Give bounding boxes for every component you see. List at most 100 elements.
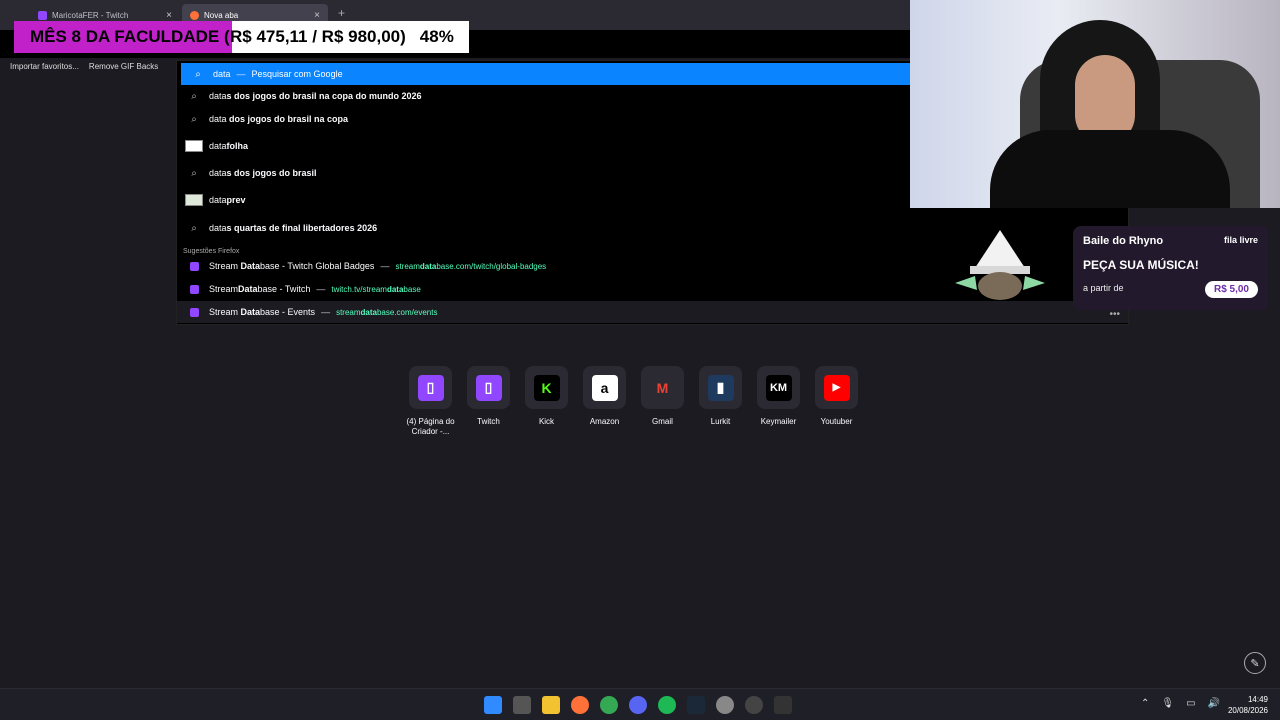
shortcut-creator-page[interactable]: ▯ (4) Página do Criador -... [406,366,455,437]
windows-taskbar: ⌃ 🎙 ▭ 🔊 14:49 20/08/2026 [0,688,1280,720]
suggestion-prefix: data [209,223,227,233]
obs-icon[interactable] [716,696,734,714]
firefox-icon[interactable] [571,696,589,714]
close-tab-icon[interactable]: × [314,10,320,21]
suggestion-url: twitch.tv/streamdatabase [331,285,420,294]
shortcut-kick[interactable]: K Kick [525,366,568,437]
suggestion-prefix: data [209,141,227,151]
url-part: twitch.tv/stream [331,284,387,294]
suggestion-url: streamdatabase.com/twitch/global-badges [395,262,546,271]
suggestion-url: streamdatabase.com/events [336,308,437,317]
spotify-icon[interactable] [658,696,676,714]
search-icon: ⌕ [191,113,197,125]
title-part: Stream [209,307,241,317]
chevron-up-icon[interactable]: ⌃ [1141,698,1149,709]
url-part: stream [336,307,361,317]
kick-icon: K [533,374,560,401]
bookmark-remove-gif[interactable]: Remove GIF Backs [89,62,158,71]
tab-label: MaricotaFER - Twitch [52,10,129,20]
task-view-icon[interactable] [513,696,531,714]
shortcut-label: Lurkit [710,417,731,426]
separator: — [380,261,390,271]
url-match: data [386,284,404,294]
customize-pencil-icon[interactable]: ✎ [1244,652,1266,674]
amazon-icon: a [591,374,618,401]
gmail-icon: M [656,379,669,396]
widget-header: Baile do Rhyno [1083,235,1164,247]
url-part: stream [395,261,420,271]
steam-icon[interactable] [687,696,705,714]
section-label: Sugestões Firefox [183,248,240,255]
music-request-widget: Baile do Rhyno fila livre PEÇA SUA MÚSIC… [1073,226,1268,310]
shortcut-amazon[interactable]: a Amazon [583,366,626,437]
goal-overlay: MÊS 8 DA FACULDADE ( R$ 475,11 / R$ 980,… [14,21,469,53]
separator: — [321,307,331,317]
title-part: Stream [209,261,241,271]
tab-label: Nova aba [204,10,239,20]
twitch-favicon-icon [185,307,203,317]
url-match: data [419,261,437,271]
system-tray: ⌃ 🎙 ▭ 🔊 [1141,698,1220,709]
keymailer-icon: KM [765,374,792,401]
separator: — [236,69,246,79]
suggestion-prefix: data [209,195,227,205]
chrome-icon[interactable] [600,696,618,714]
bookmark-import[interactable]: Importar favoritos... [10,62,79,71]
shortcut-label: Gmail [652,417,673,426]
twitch-icon: ▯ [475,374,502,401]
search-icon: ⌕ [191,222,197,234]
title-part: Stream [209,284,239,294]
title-part: base - Events [260,307,316,317]
shortcut-twitch[interactable]: ▯ Twitch [467,366,510,437]
shortcut-lurkit[interactable]: ▮ Lurkit [699,366,742,437]
microphone-icon[interactable]: 🎙 [1161,698,1174,709]
firefox-suggestion-item-hovered[interactable]: Stream Database - Events — streamdatabas… [177,301,1128,323]
bookmarks-toolbar: Importar favoritos... Remove GIF Backs [0,58,180,74]
screen: MaricotaFER - Twitch × Nova aba × + Impo… [0,0,1280,720]
shortcut-label: Kick [538,417,555,426]
webcam-overlay [910,0,1280,208]
price-from-label: a partir de [1083,283,1124,293]
lurkit-icon: ▮ [707,374,734,401]
app-icon[interactable] [774,696,792,714]
twitch-favicon-icon [185,261,203,271]
shortcut-gmail[interactable]: M Gmail [641,366,684,437]
goal-amount: R$ 475,11 / R$ 980,00) [230,27,406,46]
pokemon-sprite [955,230,1045,300]
shortcut-keymailer[interactable]: KM Keymailer [757,366,800,437]
separator: — [316,284,326,294]
firefox-favicon-icon [190,10,199,20]
search-icon: ⌕ [191,90,197,102]
widget-title: PEÇA SUA MÚSICA! [1083,258,1199,272]
more-options-icon[interactable]: ••• [1109,309,1120,320]
search-icon: ⌕ [191,167,197,179]
goal-label: MÊS 8 DA FACULDADE ( [14,21,232,53]
network-icon[interactable]: ▭ [1186,698,1195,709]
suggestion-completion: prev [226,195,246,205]
suggestion-completion: folha [226,141,249,151]
file-explorer-icon[interactable] [542,696,560,714]
twitch-favicon-icon [38,10,47,20]
suggestion-prefix: data [209,91,227,101]
shortcut-youtuber[interactable]: ▶ Youtuber [815,366,858,437]
settings-icon[interactable] [745,696,763,714]
discord-icon[interactable] [629,696,647,714]
windows-start-icon[interactable] [484,696,502,714]
goal-percent: 48% [419,27,454,46]
taskbar-apps [484,696,792,714]
shortcut-label: Twitch [477,417,500,426]
queue-badge: fila livre [1223,235,1258,245]
taskbar-clock[interactable]: 14:49 20/08/2026 [1228,694,1268,716]
url-part: base [403,284,421,294]
volume-icon[interactable]: 🔊 [1208,698,1220,709]
suggestion-prefix: data [209,114,227,124]
price-badge: R$ 5,00 [1204,281,1258,298]
twitch-favicon-icon [185,284,203,294]
datafolha-logo-icon [185,140,203,152]
title-match: Data [238,284,258,294]
new-tab-button[interactable]: + [338,6,345,20]
suggestion-completion: s dos jogos do brasil [226,168,317,178]
close-tab-icon[interactable]: × [166,10,172,21]
youtube-icon: ▶ [823,374,850,401]
suggestion-search-google[interactable]: ⌕ data — Pesquisar com Google [181,63,915,85]
